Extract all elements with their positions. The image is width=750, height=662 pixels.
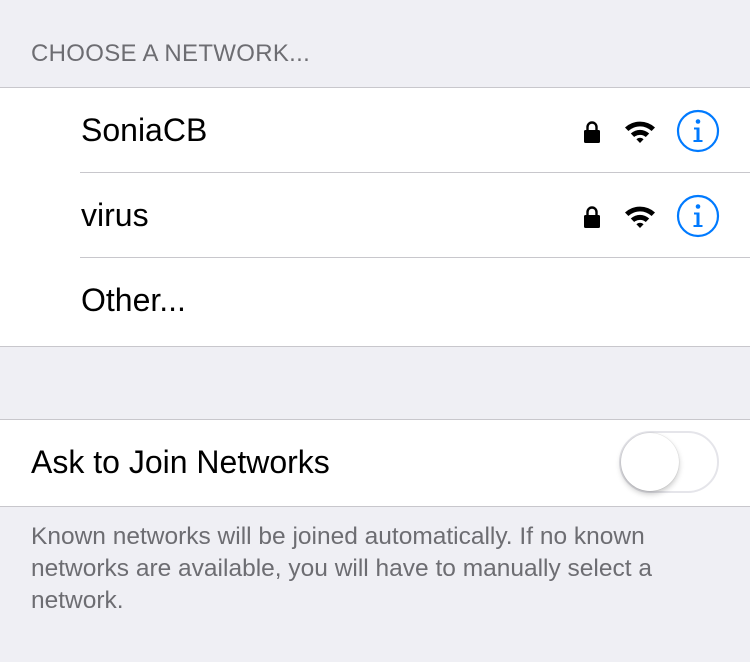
- network-row-virus[interactable]: virus: [0, 173, 750, 258]
- info-icon[interactable]: [676, 109, 720, 153]
- ask-to-join-label: Ask to Join Networks: [31, 444, 330, 480]
- lock-icon: [584, 121, 600, 143]
- network-row-other[interactable]: Other...: [0, 258, 750, 343]
- network-name: virus: [81, 197, 149, 233]
- ask-to-join-row: Ask to Join Networks: [0, 419, 750, 507]
- choose-network-header: CHOOSE A NETWORK...: [31, 40, 311, 67]
- info-icon[interactable]: [676, 194, 720, 238]
- wifi-icon: [625, 206, 655, 228]
- network-name: SoniaCB: [81, 112, 208, 148]
- ask-to-join-footer: Known networks will be joined automatica…: [31, 523, 652, 614]
- network-list: SoniaCB virus Other...: [0, 87, 750, 347]
- network-row-soniacb[interactable]: SoniaCB: [0, 88, 750, 173]
- other-network-label: Other...: [81, 282, 186, 318]
- toggle-knob: [621, 433, 679, 491]
- lock-icon: [584, 206, 600, 228]
- ask-to-join-toggle[interactable]: [619, 431, 719, 493]
- wifi-icon: [625, 121, 655, 143]
